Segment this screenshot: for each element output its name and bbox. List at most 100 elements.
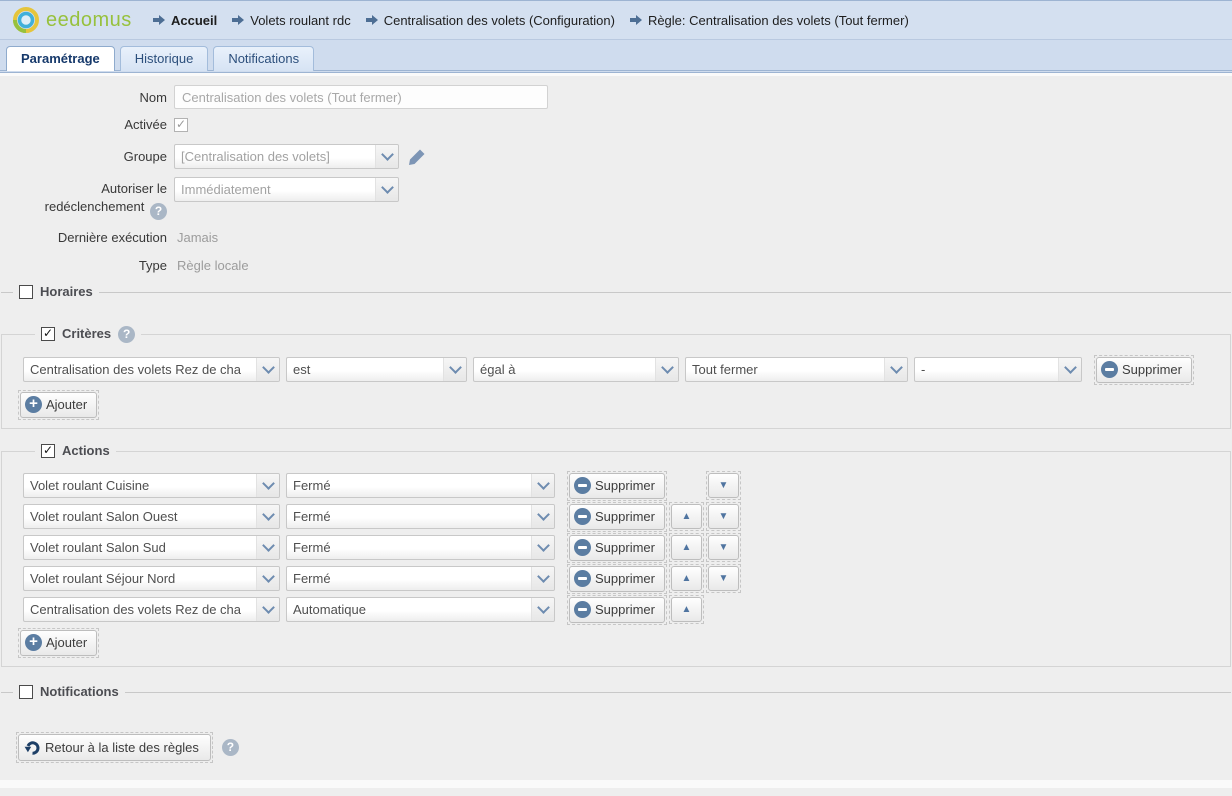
critere-device-select[interactable]: Centralisation des volets Rez de cha bbox=[23, 357, 280, 382]
arrow-up-icon: ▲ bbox=[682, 605, 692, 615]
chevron-down-icon bbox=[884, 358, 907, 381]
check-icon: ✓ bbox=[43, 444, 53, 456]
action-value-select[interactable]: Fermé bbox=[286, 566, 555, 591]
chevron-down-icon bbox=[531, 598, 554, 621]
bottom-strip bbox=[0, 780, 1232, 788]
breadcrumb-arrow-icon bbox=[231, 14, 245, 26]
breadcrumb-link-regle[interactable]: Règle: Centralisation des volets (Tout f… bbox=[648, 13, 909, 28]
notifications-checkbox[interactable] bbox=[19, 685, 33, 699]
derniere-execution-value: Jamais bbox=[177, 230, 218, 245]
chevron-down-icon bbox=[256, 358, 279, 381]
breadcrumb-link-centralisation-configuration[interactable]: Centralisation des volets (Configuration… bbox=[384, 13, 615, 28]
breadcrumb-arrow-icon bbox=[152, 14, 166, 26]
action-device-select[interactable]: Centralisation des volets Rez de cha bbox=[23, 597, 280, 622]
chevron-down-icon bbox=[256, 536, 279, 559]
check-icon: ✓ bbox=[43, 327, 53, 339]
action-row: Volet roulant Cuisine Fermé Supprimer ▼ bbox=[23, 473, 1230, 499]
tab-historique[interactable]: Historique bbox=[120, 46, 209, 71]
logo-text: eedomus bbox=[46, 9, 132, 32]
critere-extra-select[interactable]: - bbox=[914, 357, 1082, 382]
nom-label: Nom bbox=[0, 90, 167, 105]
supprimer-action-button[interactable]: Supprimer bbox=[569, 504, 665, 530]
action-device-select[interactable]: Volet roulant Cuisine bbox=[23, 473, 280, 498]
critere-operator-select[interactable]: est bbox=[286, 357, 467, 382]
groupe-label: Groupe bbox=[0, 149, 167, 164]
page: eedomus Accueil Volets roulant rdc Centr… bbox=[0, 0, 1232, 796]
breadcrumb-link-accueil[interactable]: Accueil bbox=[171, 13, 217, 28]
move-up-button[interactable]: ▲ bbox=[671, 566, 702, 591]
chevron-down-icon bbox=[1058, 358, 1081, 381]
header-bar: eedomus Accueil Volets roulant rdc Centr… bbox=[0, 0, 1232, 40]
arrow-down-icon: ▼ bbox=[719, 543, 729, 553]
arrow-up-icon: ▲ bbox=[682, 512, 692, 522]
criteres-help-icon[interactable]: ? bbox=[118, 326, 135, 343]
actions-label: Actions bbox=[62, 443, 110, 458]
breadcrumb-link-volets-roulant-rdc[interactable]: Volets roulant rdc bbox=[250, 13, 350, 28]
breadcrumb-arrow-icon bbox=[365, 14, 379, 26]
minus-icon bbox=[574, 508, 591, 525]
tab-notifications[interactable]: Notifications bbox=[213, 46, 314, 71]
notifications-label: Notifications bbox=[40, 684, 119, 699]
critere-comparison-select[interactable]: égal à bbox=[473, 357, 679, 382]
action-device-select[interactable]: Volet roulant Salon Sud bbox=[23, 535, 280, 560]
chevron-down-icon bbox=[256, 598, 279, 621]
supprimer-action-button[interactable]: Supprimer bbox=[569, 535, 665, 561]
retour-help-icon[interactable]: ? bbox=[222, 739, 239, 756]
parametrage-panel: Nom Activée ✓ Groupe [Centralisation des… bbox=[0, 76, 1232, 780]
help-icon[interactable]: ? bbox=[150, 203, 167, 220]
critere-value-select[interactable]: Tout fermer bbox=[685, 357, 908, 382]
chevron-down-icon bbox=[531, 474, 554, 497]
check-icon: ✓ bbox=[176, 118, 186, 130]
action-value-select[interactable]: Fermé bbox=[286, 535, 555, 560]
action-value-select[interactable]: Fermé bbox=[286, 504, 555, 529]
breadcrumb-item: Accueil bbox=[152, 13, 217, 28]
criteres-label: Critères bbox=[62, 326, 111, 341]
move-down-button[interactable]: ▼ bbox=[708, 473, 739, 498]
action-value-select[interactable]: Automatique bbox=[286, 597, 555, 622]
ajouter-critere-button[interactable]: + Ajouter bbox=[20, 392, 97, 418]
move-up-button[interactable]: ▲ bbox=[671, 597, 702, 622]
criteres-checkbox[interactable]: ✓ bbox=[41, 327, 55, 341]
action-device-select[interactable]: Volet roulant Séjour Nord bbox=[23, 566, 280, 591]
move-down-button[interactable]: ▼ bbox=[708, 504, 739, 529]
ajouter-action-button[interactable]: + Ajouter bbox=[20, 630, 97, 656]
supprimer-critere-button[interactable]: Supprimer bbox=[1096, 357, 1192, 383]
supprimer-action-button[interactable]: Supprimer bbox=[569, 473, 665, 499]
section-criteres: ✓ Critères ? Centralisation des volets R… bbox=[1, 326, 1231, 429]
supprimer-action-button[interactable]: Supprimer bbox=[569, 597, 665, 623]
action-value-select[interactable]: Fermé bbox=[286, 473, 555, 498]
autoriser-select[interactable]: Immédiatement bbox=[174, 177, 399, 202]
section-horaires: Horaires bbox=[1, 285, 1231, 300]
retour-liste-regles-button[interactable]: Retour à la liste des règles bbox=[18, 734, 211, 761]
chevron-down-icon bbox=[375, 145, 398, 168]
horaires-checkbox[interactable] bbox=[19, 285, 33, 299]
arrow-down-icon: ▼ bbox=[719, 574, 729, 584]
chevron-down-icon bbox=[531, 505, 554, 528]
breadcrumb-item: Volets roulant rdc bbox=[231, 13, 350, 28]
action-row: Volet roulant Salon Ouest Fermé Supprime… bbox=[23, 504, 1230, 530]
minus-icon bbox=[574, 539, 591, 556]
move-down-button[interactable]: ▼ bbox=[708, 535, 739, 560]
critere-row: Centralisation des volets Rez de cha est… bbox=[23, 357, 1230, 383]
breadcrumb-item: Centralisation des volets (Configuration… bbox=[365, 13, 615, 28]
breadcrumb-item: Règle: Centralisation des volets (Tout f… bbox=[629, 13, 909, 28]
eedomus-logo[interactable]: eedomus bbox=[12, 6, 140, 34]
groupe-select[interactable]: [Centralisation des volets] bbox=[174, 144, 399, 169]
move-up-button[interactable]: ▲ bbox=[671, 504, 702, 529]
action-device-select[interactable]: Volet roulant Salon Ouest bbox=[23, 504, 280, 529]
plus-icon: + bbox=[25, 634, 42, 651]
tab-parametrage[interactable]: Paramétrage bbox=[6, 46, 115, 71]
minus-icon bbox=[574, 601, 591, 618]
move-up-button[interactable]: ▲ bbox=[671, 535, 702, 560]
actions-checkbox[interactable]: ✓ bbox=[41, 444, 55, 458]
section-notifications: Notifications bbox=[1, 685, 1231, 700]
autoriser-label: Autoriser le redéclenchement ? bbox=[0, 177, 167, 220]
move-down-button[interactable]: ▼ bbox=[708, 566, 739, 591]
chevron-down-icon bbox=[531, 536, 554, 559]
activee-checkbox[interactable]: ✓ bbox=[174, 118, 188, 132]
supprimer-action-button[interactable]: Supprimer bbox=[569, 566, 665, 592]
chevron-down-icon bbox=[531, 567, 554, 590]
chevron-down-icon bbox=[375, 178, 398, 201]
edit-group-button[interactable] bbox=[407, 147, 427, 167]
nom-input[interactable] bbox=[174, 85, 548, 109]
